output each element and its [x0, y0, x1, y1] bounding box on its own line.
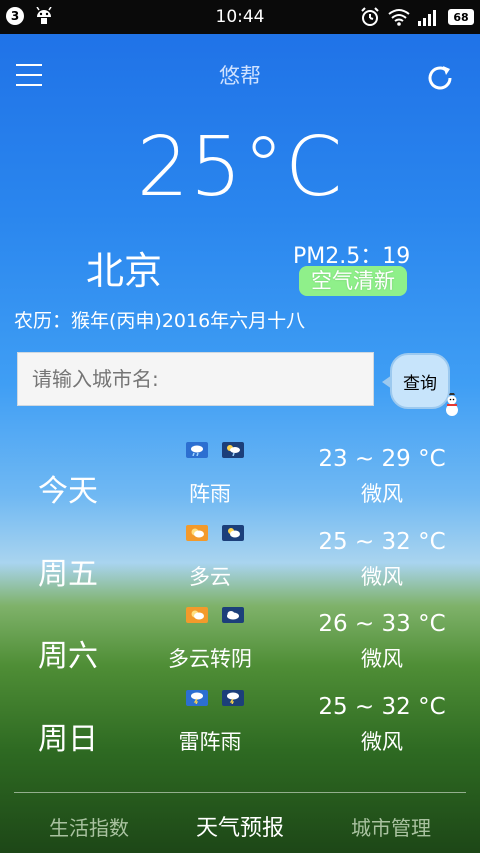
snowman-icon	[446, 393, 458, 416]
tab-life-index[interactable]: 生活指数	[19, 812, 159, 841]
forecast-icons	[186, 442, 244, 458]
refresh-icon[interactable]	[424, 62, 456, 94]
overcast-icon	[222, 607, 244, 623]
city-search-input[interactable]	[17, 352, 374, 406]
cloudy-night-icon	[222, 525, 244, 541]
forecast-icons	[186, 690, 244, 706]
forecast-temperature: 25 ~ 32 °C	[318, 529, 446, 555]
forecast-wind: 微风	[361, 730, 403, 754]
forecast-row: 周日 雷阵雨 25 ~ 32 °C 微风	[0, 690, 480, 770]
battery-icon: 68	[448, 9, 474, 25]
shower-night-icon	[222, 442, 244, 458]
cloudy-icon	[186, 607, 208, 623]
city-name: 北京	[86, 249, 163, 293]
air-quality-badge: 空气清新	[299, 266, 407, 296]
search-button-label: 查询	[390, 353, 450, 409]
thunder-shower-night-icon	[222, 690, 244, 706]
forecast-row: 今天 阵雨 23 ~ 29 °C 微风	[0, 442, 480, 522]
forecast-icons	[186, 525, 244, 541]
app-header: 悠帮	[0, 34, 480, 114]
forecast-row: 周六 多云转阴 26 ~ 33 °C 微风	[0, 607, 480, 687]
wifi-icon	[388, 9, 410, 26]
search-button[interactable]: 查询	[382, 351, 462, 416]
forecast-day: 周日	[38, 722, 98, 757]
current-temperature: 25°C	[136, 120, 344, 215]
status-right: 68	[360, 7, 474, 27]
forecast-day: 周五	[38, 557, 98, 592]
status-bar: 3 10:44 68	[0, 0, 480, 34]
forecast-condition: 多云转阴	[168, 647, 252, 671]
tab-divider	[14, 792, 466, 793]
shower-icon	[186, 442, 208, 458]
forecast-icons	[186, 607, 244, 623]
forecast-temperature: 23 ~ 29 °C	[318, 446, 446, 472]
forecast-temperature: 26 ~ 33 °C	[318, 611, 446, 637]
forecast-day: 今天	[38, 474, 98, 509]
forecast-row: 周五 多云 25 ~ 32 °C 微风	[0, 525, 480, 605]
forecast-condition: 多云	[189, 565, 231, 589]
forecast-temperature: 25 ~ 32 °C	[318, 694, 446, 720]
forecast-condition: 雷阵雨	[178, 730, 242, 754]
app-title: 悠帮	[219, 64, 261, 88]
tab-city-management[interactable]: 城市管理	[321, 812, 461, 841]
cloudy-icon	[186, 525, 208, 541]
thunder-shower-icon	[186, 690, 208, 706]
lunar-date: 农历：猴年(丙申)2016年六月十八	[14, 310, 306, 332]
tab-weather-forecast[interactable]: 天气预报	[170, 810, 310, 842]
forecast-condition: 阵雨	[189, 482, 231, 506]
forecast-day: 周六	[38, 639, 98, 674]
forecast-wind: 微风	[361, 565, 403, 589]
bottom-tab-bar: 生活指数 天气预报 城市管理	[0, 806, 480, 846]
forecast-wind: 微风	[361, 482, 403, 506]
alarm-icon	[361, 7, 379, 26]
signal-icon	[418, 10, 436, 26]
forecast-wind: 微风	[361, 647, 403, 671]
